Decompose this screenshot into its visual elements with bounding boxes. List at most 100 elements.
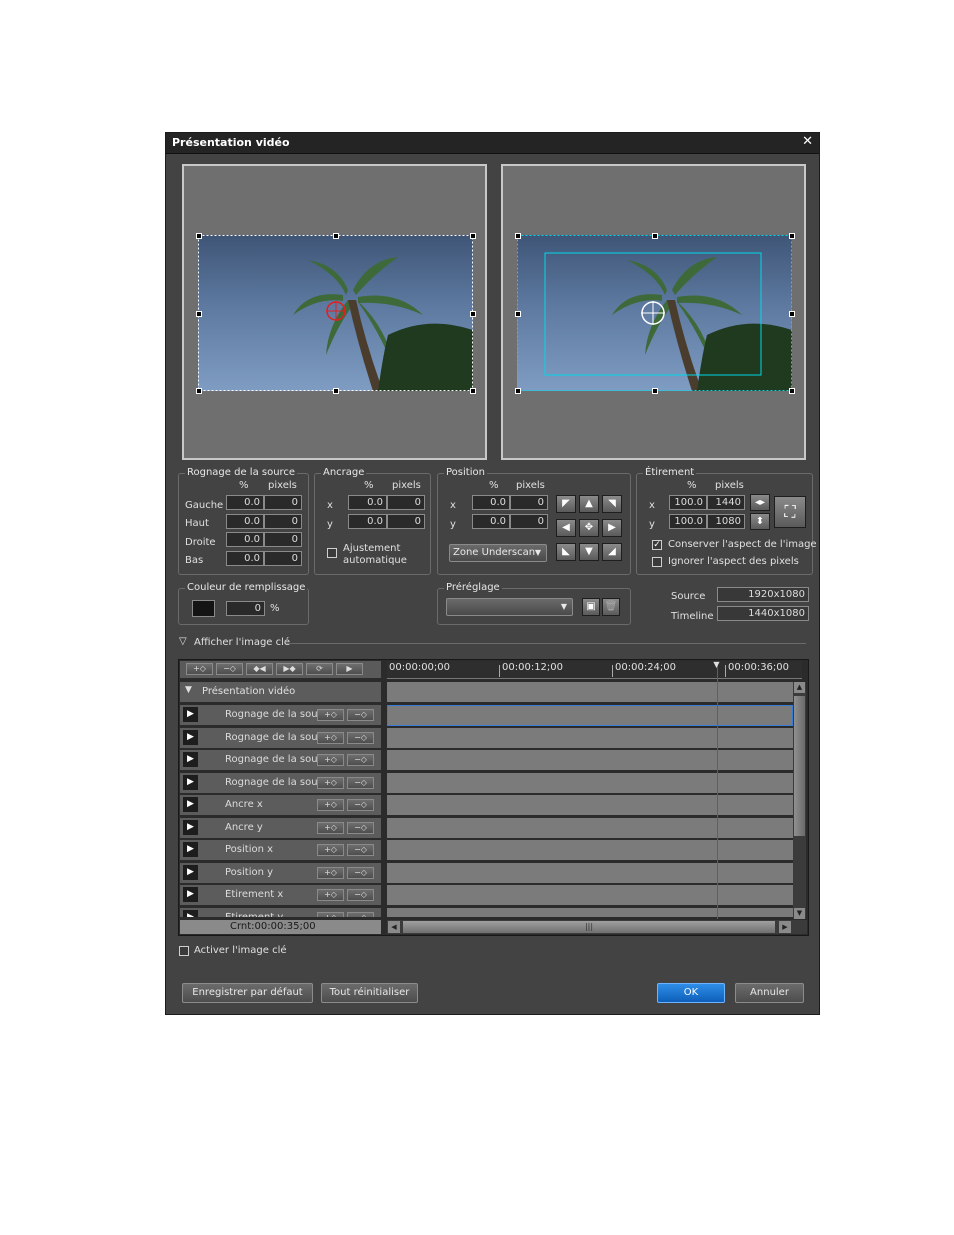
fill-color-swatch[interactable] bbox=[192, 600, 215, 617]
scroll-left-icon[interactable]: ◀ bbox=[388, 921, 400, 933]
position-x-pct[interactable]: 0.0 bbox=[472, 495, 510, 510]
track-lane[interactable] bbox=[387, 795, 793, 816]
track-lane[interactable] bbox=[387, 885, 793, 906]
track-row[interactable]: ▶ Rognage de la source+◇−◇ bbox=[180, 705, 381, 726]
track-lane[interactable] bbox=[387, 750, 793, 771]
crop-right-px[interactable]: 0 bbox=[264, 532, 302, 547]
stretch-y-px[interactable]: 1080 bbox=[707, 514, 745, 529]
add-keyframe-button[interactable]: +◇ bbox=[317, 821, 344, 834]
save-default-button[interactable]: Enregistrer par défaut bbox=[182, 983, 313, 1003]
previous-keyframe-button[interactable]: ◆◀ bbox=[246, 663, 273, 675]
expand-icon[interactable]: ▶ bbox=[183, 752, 198, 767]
collapse-icon[interactable]: ▼ bbox=[185, 685, 192, 695]
ignore-pixel-aspect-checkbox[interactable] bbox=[652, 557, 662, 567]
align-bottom-right-icon[interactable]: ◢ bbox=[602, 543, 622, 561]
play-button[interactable]: ▶ bbox=[336, 663, 363, 675]
track-row[interactable]: ▶ Ancre y +◇ −◇ bbox=[180, 817, 381, 839]
align-top-left-icon[interactable]: ◤ bbox=[556, 495, 576, 513]
scroll-thumb[interactable] bbox=[794, 696, 805, 836]
remove-keyframe-button[interactable]: −◇ bbox=[347, 821, 374, 834]
track-row[interactable]: ▶ Position x +◇ −◇ bbox=[180, 840, 381, 861]
expand-icon[interactable]: ▶ bbox=[183, 864, 198, 880]
add-keyframe-button[interactable]: +◇ bbox=[317, 866, 344, 879]
keyframe-section-label[interactable]: Afficher l'image clé bbox=[194, 637, 290, 648]
align-top-icon[interactable]: ▲ bbox=[579, 495, 599, 513]
timeline-preview[interactable] bbox=[501, 164, 806, 460]
close-icon[interactable]: ✕ bbox=[802, 134, 813, 149]
align-bottom-left-icon[interactable]: ◣ bbox=[556, 543, 576, 561]
align-center-icon[interactable]: ✥ bbox=[579, 519, 599, 537]
next-keyframe-button[interactable]: ▶◆ bbox=[276, 663, 303, 675]
track-row[interactable]: ▶ Rognage de la source+◇−◇ bbox=[180, 727, 381, 749]
add-keyframe-button[interactable]: +◇ bbox=[317, 844, 344, 856]
track-row[interactable]: ▶ Rognage de la source+◇−◇ bbox=[180, 750, 381, 771]
crop-top-px[interactable]: 0 bbox=[264, 514, 302, 529]
save-preset-icon[interactable]: ▣ bbox=[582, 598, 600, 616]
track-lane[interactable] bbox=[387, 840, 793, 861]
fit-frame-icon[interactable]: ⛶ bbox=[774, 496, 806, 528]
crop-top-pct[interactable]: 0.0 bbox=[226, 514, 264, 529]
expand-icon[interactable]: ▶ bbox=[183, 842, 198, 857]
anchor-x-px[interactable]: 0 bbox=[387, 495, 425, 510]
add-keyframe-button[interactable]: +◇ bbox=[186, 663, 213, 675]
track-lane[interactable] bbox=[387, 907, 793, 918]
preset-dropdown[interactable]: ▼ bbox=[446, 598, 573, 616]
remove-keyframe-button[interactable]: −◇ bbox=[347, 776, 374, 789]
stretch-vertical-icon[interactable]: ⬍ bbox=[750, 513, 770, 530]
remove-keyframe-button[interactable]: −◇ bbox=[347, 889, 374, 901]
add-keyframe-button[interactable]: +◇ bbox=[317, 731, 344, 744]
expand-icon[interactable]: ▶ bbox=[183, 887, 198, 902]
add-keyframe-button[interactable]: +◇ bbox=[317, 754, 344, 766]
remove-keyframe-button[interactable]: −◇ bbox=[347, 799, 374, 811]
scroll-right-icon[interactable]: ▶ bbox=[779, 921, 791, 933]
enable-keyframe-checkbox[interactable] bbox=[179, 946, 189, 956]
stretch-horizontal-icon[interactable]: ◂▸ bbox=[750, 494, 770, 511]
remove-keyframe-button[interactable]: −◇ bbox=[347, 866, 374, 879]
track-lane[interactable] bbox=[387, 727, 793, 749]
delete-preset-icon[interactable]: 🗑 bbox=[602, 598, 620, 616]
crop-bottom-px[interactable]: 0 bbox=[264, 551, 302, 566]
crop-left-px[interactable]: 0 bbox=[264, 495, 302, 510]
track-lane[interactable] bbox=[387, 862, 793, 884]
source-preview[interactable] bbox=[182, 164, 487, 460]
stretch-y-pct[interactable]: 100.0 bbox=[669, 514, 707, 529]
track-row[interactable]: ▶ Rognage de la source+◇−◇ bbox=[180, 772, 381, 794]
position-x-px[interactable]: 0 bbox=[510, 495, 548, 510]
track-row[interactable]: ▶ Étirement x +◇ −◇ bbox=[180, 885, 381, 906]
stretch-x-pct[interactable]: 100.0 bbox=[669, 495, 707, 510]
scroll-down-icon[interactable]: ▼ bbox=[794, 908, 805, 919]
remove-keyframe-button[interactable]: −◇ bbox=[347, 844, 374, 856]
remove-keyframe-button[interactable]: −◇ bbox=[216, 663, 243, 675]
expand-icon[interactable]: ▶ bbox=[183, 819, 198, 835]
expand-icon[interactable]: ▶ bbox=[183, 797, 198, 812]
track-lane[interactable] bbox=[387, 772, 793, 794]
expand-icon[interactable]: ▶ bbox=[183, 729, 198, 745]
keep-aspect-checkbox[interactable]: ✓ bbox=[652, 540, 662, 550]
track-row[interactable]: ▶ Position y +◇ −◇ bbox=[180, 862, 381, 884]
stretch-x-px[interactable]: 1440 bbox=[707, 495, 745, 510]
horizontal-scroll-thumb[interactable]: ||| bbox=[403, 921, 775, 933]
keyframe-toggle-icon[interactable]: ▽ bbox=[179, 636, 187, 647]
add-keyframe-button[interactable]: +◇ bbox=[317, 709, 344, 721]
expand-icon[interactable]: ▶ bbox=[183, 774, 198, 790]
add-keyframe-button[interactable]: +◇ bbox=[317, 799, 344, 811]
zone-dropdown[interactable]: Zone Underscan ▼ bbox=[449, 544, 547, 562]
add-keyframe-button[interactable]: +◇ bbox=[317, 889, 344, 901]
remove-keyframe-button[interactable]: −◇ bbox=[347, 731, 374, 744]
add-keyframe-button[interactable]: +◇ bbox=[317, 776, 344, 789]
align-right-icon[interactable]: ▶ bbox=[602, 519, 622, 537]
timeline-ruler[interactable]: 00:00:00;00 00:00:12;00 00:00:24;00 00:0… bbox=[387, 661, 802, 679]
auto-adjust-checkbox[interactable] bbox=[327, 548, 337, 558]
remove-keyframe-button[interactable]: −◇ bbox=[347, 754, 374, 766]
reset-all-button[interactable]: Tout réinitialiser bbox=[321, 983, 418, 1003]
loop-button[interactable]: ⟳ bbox=[306, 663, 333, 675]
vertical-scrollbar[interactable]: ▲ ▼ bbox=[793, 682, 806, 919]
remove-keyframe-button[interactable]: −◇ bbox=[347, 709, 374, 721]
expand-icon[interactable]: ▶ bbox=[183, 707, 198, 722]
align-bottom-icon[interactable]: ▼ bbox=[579, 543, 599, 561]
title-bar[interactable]: Présentation vidéo ✕ bbox=[166, 133, 819, 154]
scroll-up-icon[interactable]: ▲ bbox=[794, 682, 805, 693]
position-y-px[interactable]: 0 bbox=[510, 514, 548, 529]
remove-keyframe-button[interactable]: −◇ bbox=[347, 911, 374, 918]
align-top-right-icon[interactable]: ◥ bbox=[602, 495, 622, 513]
